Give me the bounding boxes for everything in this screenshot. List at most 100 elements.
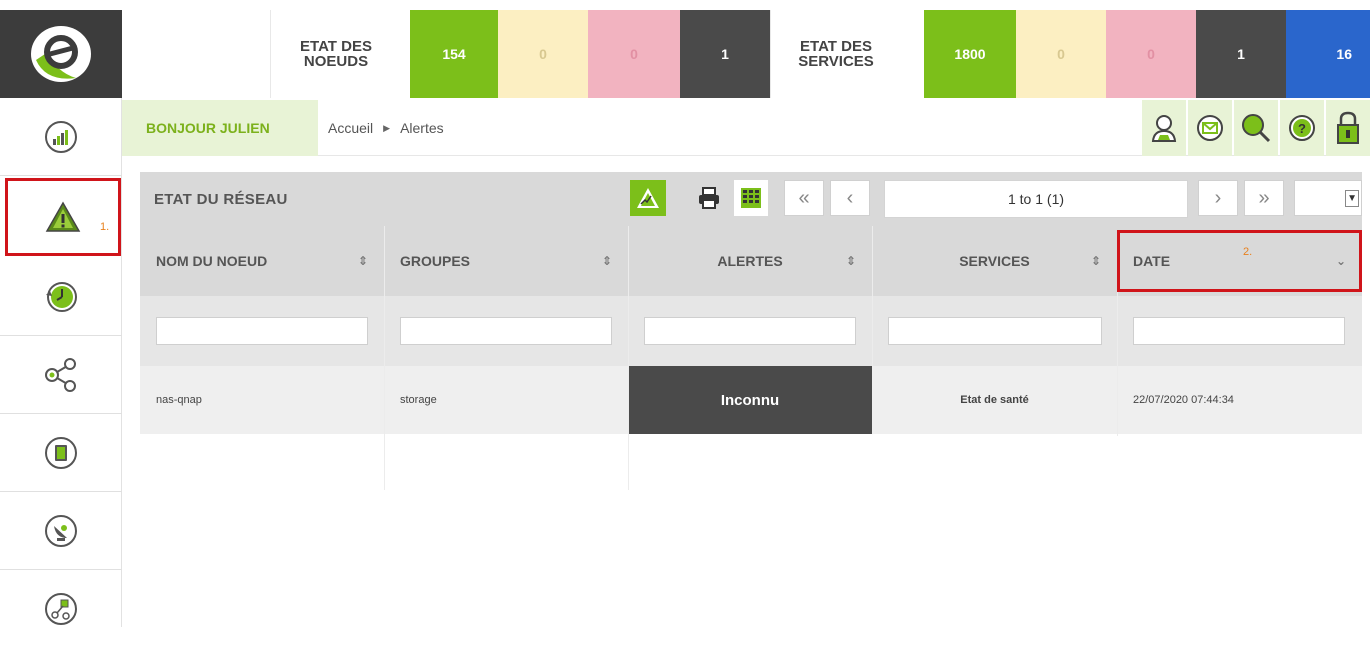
double-chevron-left-icon: « xyxy=(798,186,810,209)
chevron-left-icon: ‹ xyxy=(846,186,854,209)
nodes-unknown-count[interactable]: 1 xyxy=(680,10,770,98)
lock-icon xyxy=(1337,111,1359,144)
svg-text:?: ? xyxy=(1298,121,1306,136)
cell-group: storage xyxy=(400,394,437,406)
alert-triangle-icon xyxy=(45,201,81,232)
toolbar: ? xyxy=(1140,100,1370,156)
help-button[interactable]: ? xyxy=(1280,100,1324,156)
last-page-button[interactable]: » xyxy=(1244,180,1284,216)
first-page-button[interactable]: « xyxy=(784,180,824,216)
column-services-label: SERVICES xyxy=(959,253,1030,269)
topbar-spacer xyxy=(122,10,270,98)
nodes-label-line1: ETAT DES xyxy=(300,38,372,55)
nodes-label-line2: NOEUDS xyxy=(303,53,369,70)
network-state-panel: ETAT DU RÉSEAU « ‹ 1 to 1 (1) › » ▼ NOM … xyxy=(140,172,1362,490)
panel-header: ETAT DU RÉSEAU « ‹ 1 to 1 (1) › » ▼ xyxy=(140,172,1362,226)
services-label-line2: SERVICES xyxy=(798,53,874,70)
user-icon xyxy=(1151,115,1177,142)
sidebar-item-history[interactable] xyxy=(0,258,122,336)
print-icon xyxy=(699,187,719,209)
sort-icon[interactable]: ⇕ xyxy=(846,254,856,268)
pager-info: 1 to 1 (1) xyxy=(884,180,1188,218)
services-warning-count[interactable]: 0 xyxy=(1016,10,1106,98)
dashboard-chart-icon xyxy=(45,120,77,153)
sidebar-item-topology[interactable] xyxy=(0,570,122,648)
status-bar: ETAT DES NOEUDS 154 0 0 1 ETAT DES SERVI… xyxy=(0,0,1370,100)
column-node-name-label: NOM DU NOEUD xyxy=(156,253,268,269)
cell-node[interactable]: nas-qnap xyxy=(140,366,384,434)
spreadsheet-icon xyxy=(741,188,761,208)
services-state-label: ETAT DES SERVICES xyxy=(770,10,924,98)
satellite-dish-icon xyxy=(45,514,77,547)
nodes-critical-count[interactable]: 0 xyxy=(588,10,680,98)
greeting: BONJOUR JULIEN xyxy=(122,100,318,156)
breadcrumb: Accueil ▶ Alertes xyxy=(328,100,444,156)
nodes-warning-count[interactable]: 0 xyxy=(498,10,588,98)
dropdown-arrow-icon: ▼ xyxy=(1345,189,1359,207)
prev-page-button[interactable]: ‹ xyxy=(830,180,870,216)
mail-icon xyxy=(1197,115,1223,141)
logout-button[interactable] xyxy=(1326,100,1370,156)
sidebar-item-dashboard[interactable] xyxy=(0,98,122,176)
cell-alert-status[interactable]: Inconnu xyxy=(628,366,872,434)
sort-icon[interactable]: ⇕ xyxy=(602,254,612,268)
sidebar-item-reports[interactable] xyxy=(0,414,122,492)
breadcrumb-separator-icon: ▶ xyxy=(383,122,391,133)
node-name-filter-input[interactable] xyxy=(156,317,368,345)
help-icon: ? xyxy=(1289,115,1315,141)
sort-icon[interactable]: ⇕ xyxy=(358,254,368,268)
cell-service[interactable]: Etat de santé xyxy=(872,366,1117,434)
history-clock-icon xyxy=(46,281,77,312)
alerts-annotation: 1. xyxy=(100,221,110,233)
alerts-filter-input[interactable] xyxy=(644,317,856,345)
services-unknown-count[interactable]: 1 xyxy=(1196,10,1286,98)
logo-icon xyxy=(31,26,91,82)
book-icon xyxy=(45,436,77,469)
column-node-name[interactable]: NOM DU NOEUD ⇕ xyxy=(140,226,384,296)
sidebar-item-monitoring[interactable] xyxy=(0,492,122,570)
cell-date: 22/07/2020 07:44:34 xyxy=(1133,394,1234,406)
groups-filter-input[interactable] xyxy=(400,317,612,345)
panel-title: ETAT DU RÉSEAU xyxy=(154,190,288,208)
breadcrumb-current: Alertes xyxy=(400,120,444,136)
chevron-right-icon: › xyxy=(1214,186,1222,209)
column-alerts-label: ALERTES xyxy=(717,253,783,269)
column-divider xyxy=(1117,292,1118,436)
column-divider xyxy=(628,226,629,490)
column-divider xyxy=(872,226,873,366)
print-button[interactable] xyxy=(694,180,724,216)
alert-triangle-icon xyxy=(637,188,659,208)
app-logo[interactable] xyxy=(0,10,122,98)
topology-icon xyxy=(45,593,77,625)
double-chevron-right-icon: » xyxy=(1258,186,1270,209)
profile-button[interactable] xyxy=(1142,100,1186,156)
services-ok-count[interactable]: 1800 xyxy=(924,10,1016,98)
search-icon xyxy=(1242,114,1271,143)
page-size-select[interactable]: ▼ xyxy=(1294,180,1362,216)
search-button[interactable] xyxy=(1234,100,1278,156)
sort-icon[interactable]: ⇕ xyxy=(1091,254,1101,268)
messages-button[interactable] xyxy=(1188,100,1232,156)
services-critical-count[interactable]: 0 xyxy=(1106,10,1196,98)
sidebar-item-network[interactable] xyxy=(0,336,122,414)
date-filter-input[interactable] xyxy=(1133,317,1345,345)
next-page-button[interactable]: › xyxy=(1198,180,1238,216)
alerts-filter-button[interactable] xyxy=(630,180,666,216)
nodes-state-label: ETAT DES NOEUDS xyxy=(270,10,410,98)
column-alerts[interactable]: ALERTES ⇕ xyxy=(628,226,872,296)
column-groups[interactable]: GROUPES ⇕ xyxy=(384,226,628,296)
sidebar-item-alerts[interactable]: 1. xyxy=(5,178,121,256)
services-filter-input[interactable] xyxy=(888,317,1102,345)
services-extra-count[interactable]: 16 xyxy=(1286,10,1370,98)
breadcrumb-home[interactable]: Accueil xyxy=(328,120,373,136)
export-csv-button[interactable] xyxy=(734,180,768,216)
nodes-ok-count[interactable]: 154 xyxy=(410,10,498,98)
column-divider xyxy=(384,226,385,490)
share-network-icon xyxy=(45,357,76,392)
date-column-highlight xyxy=(1117,230,1362,292)
breadcrumb-bar: BONJOUR JULIEN Accueil ▶ Alertes ? xyxy=(122,100,1370,156)
services-label-line1: ETAT DES xyxy=(800,38,872,55)
column-services[interactable]: SERVICES ⇕ xyxy=(872,226,1117,296)
sidebar: 1. xyxy=(0,98,122,627)
table-row[interactable]: nas-qnap storage Inconnu Etat de santé 2… xyxy=(140,366,1362,434)
